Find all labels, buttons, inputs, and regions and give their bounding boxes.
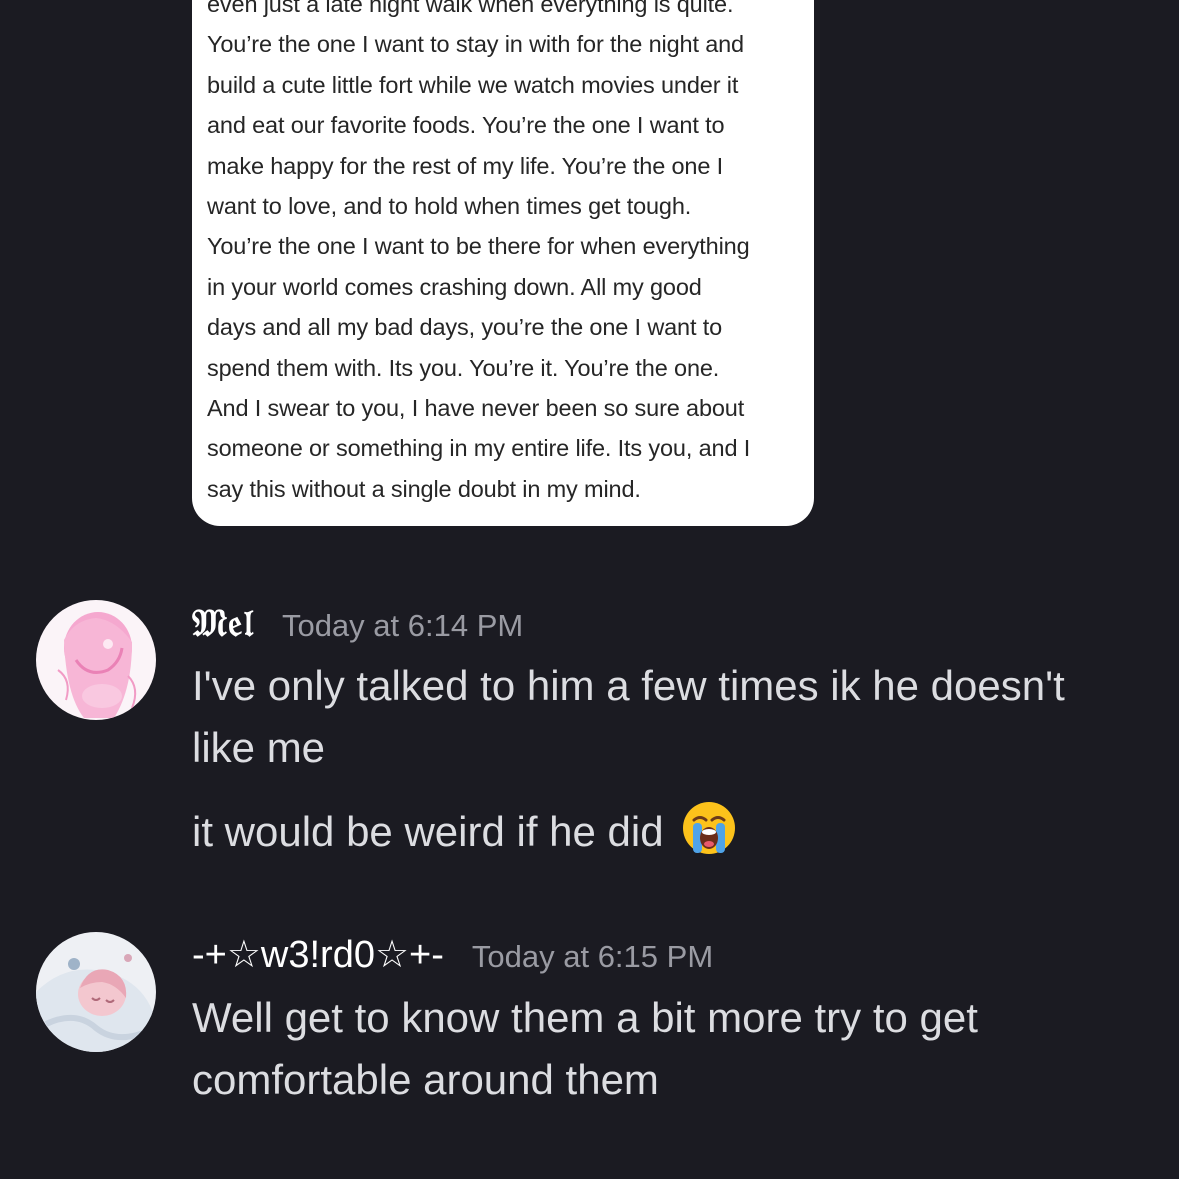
attachment-line: make happy for the rest of my life. You’… <box>207 152 724 179</box>
attachment-line: You’re the one I want to be there for wh… <box>207 233 750 260</box>
attachment-line: spend them with. Its you. You’re it. You… <box>207 354 720 381</box>
attachment-text: even just a late night walk when everyth… <box>207 0 812 509</box>
attachment-line: even just a late night walk when everyth… <box>207 0 734 17</box>
message-text-followup: it would be weird if he did <box>192 800 737 867</box>
chat-view: even just a late night walk when everyth… <box>0 0 1179 1179</box>
avatar-image <box>36 600 156 720</box>
avatar-image <box>36 932 156 1052</box>
username[interactable]: 𝔐𝔢𝔩 <box>192 600 254 646</box>
attachment-line: say this without a single doubt in my mi… <box>207 475 641 502</box>
message-text: Well get to know them a bit more try to … <box>192 994 978 1041</box>
message-header: -+☆w3!rd0☆+- Today at 6:15 PM <box>192 932 713 977</box>
avatar[interactable] <box>36 932 156 1052</box>
attachment-line: someone or something in my entire life. … <box>207 435 751 462</box>
message-header: 𝔐𝔢𝔩 Today at 6:14 PM <box>192 600 523 646</box>
message-text: I've only talked to him a few times ik h… <box>192 662 1065 709</box>
attachment-line: build a cute little fort while we watch … <box>207 71 739 98</box>
attachment-line: And I swear to you, I have never been so… <box>207 394 745 421</box>
message-text: like me <box>192 724 326 771</box>
username[interactable]: -+☆w3!rd0☆+- <box>192 932 444 977</box>
attachment-line: want to love, and to hold when times get… <box>207 192 692 219</box>
attachment-line: and eat our favorite foods. You’re the o… <box>207 112 725 139</box>
attachment-line: days and all my bad days, you’re the one… <box>207 314 723 341</box>
loudly-crying-face-emoji-icon <box>681 800 737 867</box>
timestamp: Today at 6:14 PM <box>281 608 524 643</box>
attachment-line: You’re the one I want to stay in with fo… <box>207 31 744 58</box>
timestamp: Today at 6:15 PM <box>471 939 714 974</box>
attachment-line: in your world comes crashing down. All m… <box>207 273 702 300</box>
avatar[interactable] <box>36 600 156 720</box>
image-attachment[interactable]: even just a late night walk when everyth… <box>192 0 814 526</box>
message-followup-text: it would be weird if he did <box>192 808 664 855</box>
message-text: comfortable around them <box>192 1056 659 1103</box>
